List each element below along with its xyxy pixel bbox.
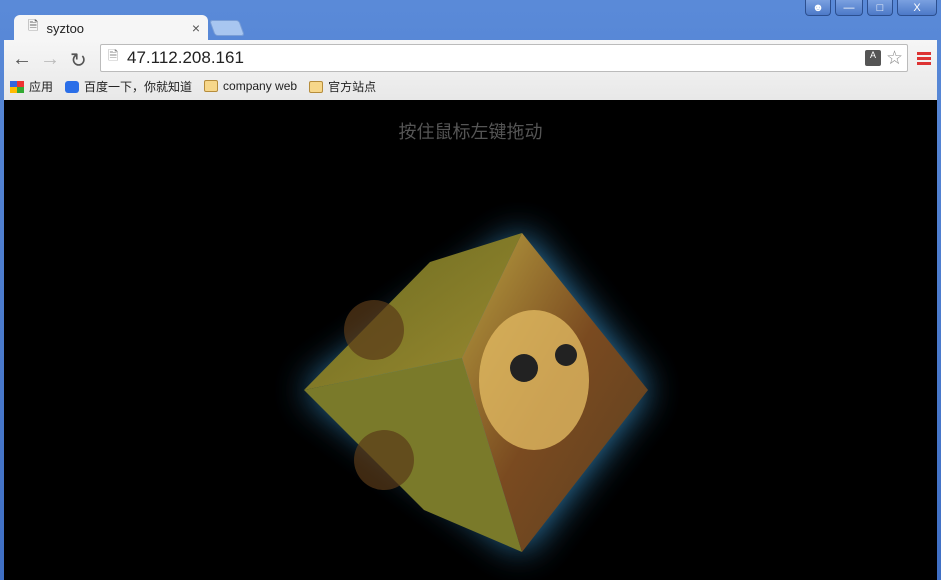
bookmark-apps[interactable]: 应用	[10, 78, 53, 95]
forward-icon[interactable]: →	[40, 48, 60, 71]
new-tab-button[interactable]	[209, 20, 245, 36]
tab-title: syztoo	[46, 20, 85, 36]
back-icon[interactable]: ←	[12, 48, 32, 71]
reload-icon[interactable]: ↻	[70, 48, 87, 73]
bookmarks-bar: 应用 百度一下，你就知道 company web 官方站点	[10, 76, 376, 96]
folder-icon	[309, 80, 324, 93]
baidu-icon	[65, 80, 80, 93]
page-icon: 🗎	[28, 18, 39, 33]
url-text: 47.112.208.161	[127, 48, 244, 67]
bookmark-baidu[interactable]: 百度一下，你就知道	[65, 78, 192, 95]
tab-close-icon[interactable]: ×	[192, 20, 200, 36]
translate-icon[interactable]: A	[865, 50, 881, 66]
window-controls: ☻ — □ X	[805, 0, 937, 16]
monkey-eye	[510, 354, 538, 382]
toolbar: ← → ↻ 🗎 47.112.208.161 A ☆ 应用 百度一下，你就知道 …	[4, 40, 937, 100]
apps-icon	[10, 80, 24, 93]
user-button[interactable]: ☻	[805, 0, 831, 16]
face-image	[344, 300, 404, 360]
page-icon: 🗎	[108, 48, 119, 63]
bookmark-official-site[interactable]: 官方站点	[309, 78, 376, 95]
monkey-eye	[555, 344, 577, 366]
minimize-button[interactable]: —	[835, 0, 863, 16]
bookmark-company-web[interactable]: company web	[204, 79, 297, 93]
star-icon[interactable]: ☆	[886, 47, 903, 70]
folder-icon	[204, 80, 219, 92]
menu-icon[interactable]	[917, 52, 931, 65]
maximize-button[interactable]: □	[867, 0, 893, 16]
close-button[interactable]: X	[897, 0, 937, 16]
page-content: 按住鼠标左键拖动	[4, 100, 937, 580]
address-bar[interactable]: 🗎 47.112.208.161 A ☆	[100, 44, 908, 72]
browser-window: ☻ — □ X 🗎 syztoo × ← → ↻ 🗎 47.112.208.16…	[0, 0, 941, 580]
tab-syztoo[interactable]: 🗎 syztoo ×	[14, 15, 208, 41]
face-image	[354, 430, 414, 490]
monkey-face	[479, 310, 589, 450]
rotating-cube[interactable]	[4, 100, 937, 580]
